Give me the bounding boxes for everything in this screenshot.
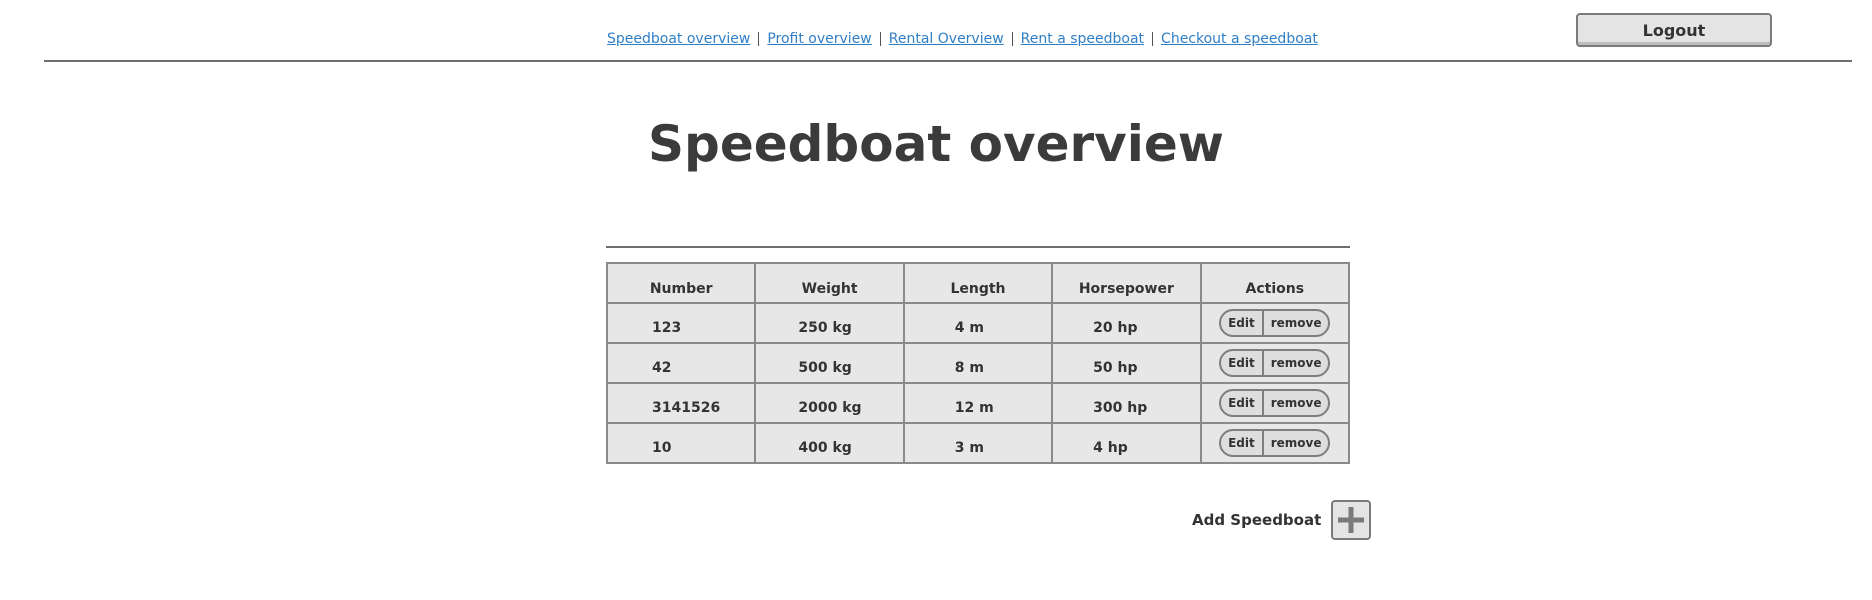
cell-length: 3 m <box>902 422 1054 464</box>
cell-weight: 2000 kg <box>754 382 905 424</box>
cell-length-value: 12 m <box>954 400 994 416</box>
table-row: 3141526 2000 kg 12 m 300 hp Edit remove <box>605 382 1351 424</box>
cell-number-value: 123 <box>652 320 682 336</box>
cell-number-value: 42 <box>652 360 672 376</box>
column-header-number: Number <box>605 262 757 304</box>
header-divider <box>44 60 1852 62</box>
cell-horsepower: 4 hp <box>1051 422 1202 464</box>
cell-length-value: 4 m <box>954 320 984 336</box>
column-header-horsepower: Horsepower <box>1051 262 1202 304</box>
plus-icon <box>1338 507 1365 533</box>
cell-length: 4 m <box>902 302 1054 344</box>
cell-actions: Edit remove <box>1199 382 1351 424</box>
column-header-weight: Weight <box>754 262 905 304</box>
column-header-length: Length <box>902 262 1054 304</box>
cell-length: 12 m <box>902 382 1054 424</box>
row-action-group: Edit remove <box>1219 349 1331 377</box>
speedboat-table: Number Weight Length Horsepower Actions … <box>605 262 1351 464</box>
nav-link-checkout-a-speedboat[interactable]: Checkout a speedboat <box>1161 31 1318 47</box>
cell-horsepower-value: 50 hp <box>1093 360 1138 376</box>
cell-weight: 500 kg <box>754 342 905 384</box>
cell-actions: Edit remove <box>1199 342 1351 384</box>
row-action-group: Edit remove <box>1219 309 1331 337</box>
logout-button[interactable]: Logout <box>1576 13 1772 47</box>
row-action-group: Edit remove <box>1219 389 1331 417</box>
table-divider <box>606 246 1350 248</box>
cell-horsepower: 20 hp <box>1051 302 1202 344</box>
table-header-row: Number Weight Length Horsepower Actions <box>605 262 1351 304</box>
cell-weight: 250 kg <box>754 302 905 344</box>
cell-horsepower-value: 4 hp <box>1093 440 1128 456</box>
edit-button[interactable]: Edit <box>1221 351 1262 375</box>
remove-button[interactable]: remove <box>1264 311 1329 335</box>
cell-weight-value: 400 kg <box>798 440 852 456</box>
cell-number: 123 <box>605 302 757 344</box>
nav-separator <box>1011 32 1013 46</box>
remove-button[interactable]: remove <box>1264 391 1329 415</box>
remove-button[interactable]: remove <box>1264 431 1329 455</box>
table-row: 10 400 kg 3 m 4 hp Edit remove <box>605 422 1351 464</box>
cell-weight: 400 kg <box>754 422 905 464</box>
nav-link-rent-a-speedboat[interactable]: Rent a speedboat <box>1021 31 1144 47</box>
top-navigation: Speedboat overview Profit overview Renta… <box>607 27 1318 51</box>
cell-number: 3141526 <box>605 382 757 424</box>
cell-horsepower: 300 hp <box>1051 382 1202 424</box>
cell-number: 10 <box>605 422 757 464</box>
cell-weight-value: 2000 kg <box>798 400 862 416</box>
nav-link-speedboat-overview[interactable]: Speedboat overview <box>607 31 750 47</box>
cell-length-value: 3 m <box>954 440 984 456</box>
row-action-group: Edit remove <box>1219 429 1331 457</box>
cell-actions: Edit remove <box>1199 302 1351 344</box>
nav-separator <box>758 32 760 46</box>
cell-weight-value: 500 kg <box>798 360 852 376</box>
add-speedboat-label: Add Speedboat <box>1192 511 1322 529</box>
column-header-actions: Actions <box>1199 262 1351 304</box>
remove-button[interactable]: remove <box>1264 351 1329 375</box>
edit-button[interactable]: Edit <box>1221 391 1262 415</box>
cell-actions: Edit remove <box>1199 422 1351 464</box>
nav-separator <box>879 32 881 46</box>
add-speedboat-button[interactable] <box>1331 500 1372 540</box>
cell-horsepower: 50 hp <box>1051 342 1202 384</box>
nav-link-profit-overview[interactable]: Profit overview <box>767 31 871 47</box>
cell-number-value: 3141526 <box>652 400 721 416</box>
table-row: 42 500 kg 8 m 50 hp Edit remove <box>605 342 1351 384</box>
nav-link-rental-overview[interactable]: Rental Overview <box>889 31 1004 47</box>
cell-length: 8 m <box>902 342 1054 384</box>
edit-button[interactable]: Edit <box>1221 431 1262 455</box>
page-title: Speedboat overview <box>648 115 1224 173</box>
cell-number-value: 10 <box>652 440 672 456</box>
cell-length-value: 8 m <box>954 360 984 376</box>
cell-horsepower-value: 20 hp <box>1093 320 1138 336</box>
cell-horsepower-value: 300 hp <box>1093 400 1148 416</box>
nav-separator <box>1152 32 1154 46</box>
table-row: 123 250 kg 4 m 20 hp Edit remove <box>605 302 1351 344</box>
cell-number: 42 <box>605 342 757 384</box>
edit-button[interactable]: Edit <box>1221 311 1262 335</box>
cell-weight-value: 250 kg <box>798 320 852 336</box>
add-speedboat-area: Add Speedboat <box>1192 500 1372 540</box>
